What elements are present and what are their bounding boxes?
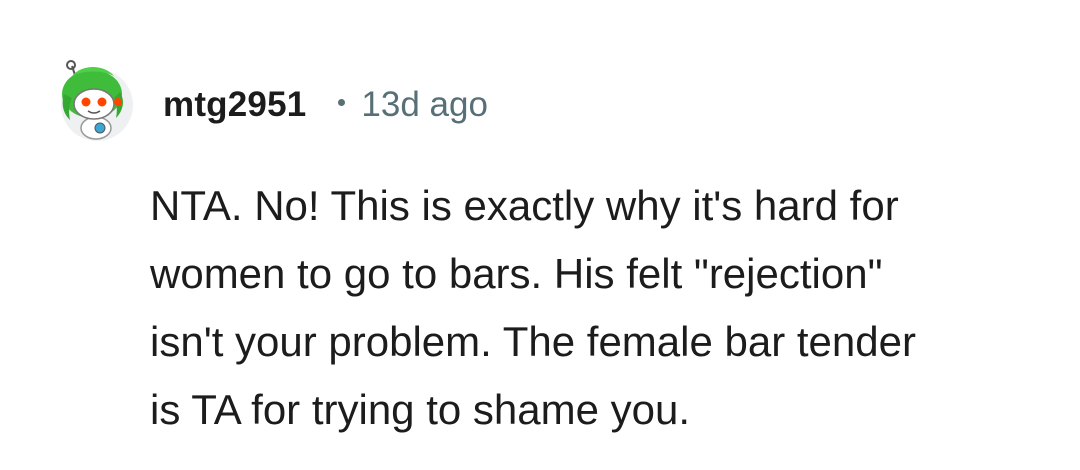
comment-body: NTA. No! This is exactly why it's hard f…	[150, 182, 916, 433]
user-avatar[interactable]	[52, 58, 138, 144]
snoo-avatar-icon	[61, 60, 133, 141]
comment-header: mtg2951 13d ago	[163, 82, 488, 128]
comment-card: mtg2951 13d ago NTA. No! This is exactly…	[0, 0, 1080, 470]
comment-timestamp[interactable]: 13d ago	[361, 85, 488, 125]
username-link[interactable]: mtg2951	[163, 85, 306, 125]
separator-dot	[338, 98, 346, 106]
